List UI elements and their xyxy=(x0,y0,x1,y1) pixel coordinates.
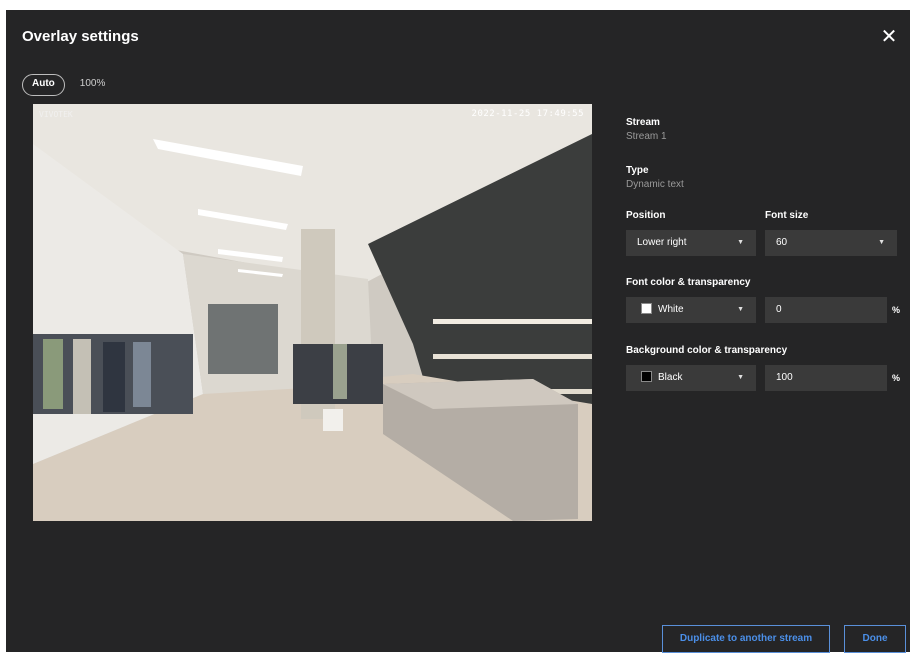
black-swatch-icon xyxy=(641,371,652,382)
font-size-label: Font size xyxy=(765,210,809,221)
font-color-label: Font color & transparency xyxy=(626,277,751,288)
duplicate-to-stream-button[interactable]: Duplicate to another stream xyxy=(662,625,830,653)
done-button[interactable]: Done xyxy=(844,625,906,653)
type-label: Type xyxy=(626,165,649,176)
font-color-select-value: White xyxy=(658,304,684,315)
stream-label: Stream xyxy=(626,117,660,128)
position-label: Position xyxy=(626,210,666,221)
font-transparency-unit: % xyxy=(892,305,901,315)
close-icon[interactable]: ✕ xyxy=(878,26,900,48)
store-interior-image xyxy=(33,104,592,521)
font-color-select[interactable]: White ▼ xyxy=(626,297,756,323)
dialog-title: Overlay settings xyxy=(22,28,139,45)
background-transparency-unit: % xyxy=(892,373,901,383)
background-color-label: Background color & transparency xyxy=(626,345,788,356)
zoom-tab-auto[interactable]: Auto xyxy=(22,74,65,96)
background-transparency-input[interactable]: 100 xyxy=(765,365,887,391)
camera-preview: VIVOTEK 2022-11-25 17:49:55 xyxy=(33,104,592,521)
zoom-tab-100[interactable]: 100% xyxy=(71,74,115,94)
background-color-select[interactable]: Black ▼ xyxy=(626,365,756,391)
camera-name-overlay: VIVOTEK xyxy=(39,110,73,119)
position-select-value: Lower right xyxy=(637,237,687,248)
chevron-down-icon: ▼ xyxy=(737,374,744,381)
background-color-select-value: Black xyxy=(658,372,683,383)
chevron-down-icon: ▼ xyxy=(737,306,744,313)
timestamp-overlay: 2022-11-25 17:49:55 xyxy=(471,109,584,119)
stream-value: Stream 1 xyxy=(626,131,667,142)
font-transparency-input[interactable]: 0 xyxy=(765,297,887,323)
type-value: Dynamic text xyxy=(626,179,684,190)
font-size-select-value: 60 xyxy=(776,237,788,248)
position-select[interactable]: Lower right ▼ xyxy=(626,230,756,256)
font-size-select[interactable]: 60 ▼ xyxy=(765,230,897,256)
zoom-tabs: Auto 100% xyxy=(22,74,114,96)
background-transparency-value: 100 xyxy=(776,372,793,383)
font-transparency-value: 0 xyxy=(776,304,782,315)
chevron-down-icon: ▼ xyxy=(878,239,885,246)
chevron-down-icon: ▼ xyxy=(737,239,744,246)
white-swatch-icon xyxy=(641,303,652,314)
overlay-settings-dialog: Overlay settings ✕ Auto 100% VIVOTEK 202… xyxy=(6,10,910,653)
